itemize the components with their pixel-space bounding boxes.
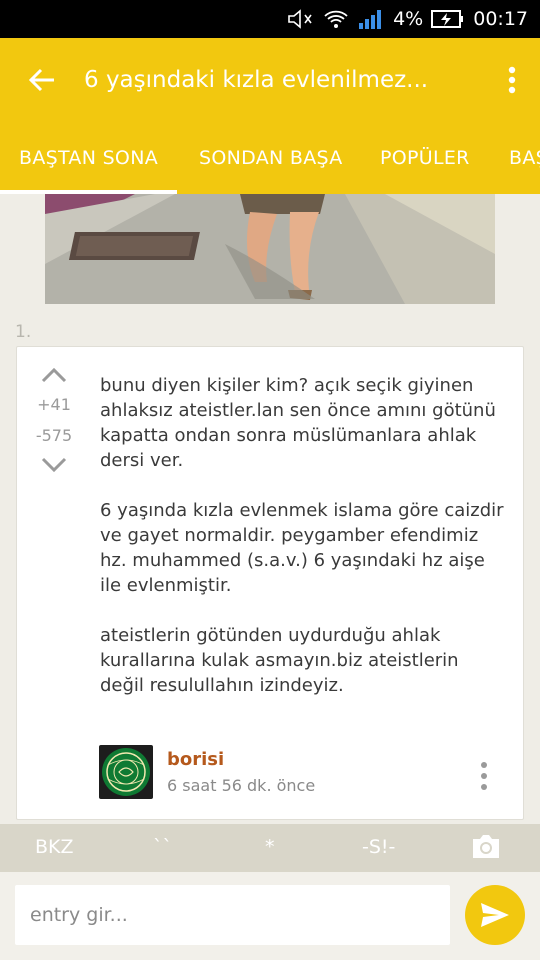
upvote-chevron-icon[interactable] [41,367,67,383]
downvote-count: -575 [35,426,73,445]
embedded-photo[interactable] [45,194,495,304]
camera-button[interactable] [470,832,502,865]
topic-title: 6 yaşındaki kızla evlenilmez... [84,67,429,93]
overflow-menu-button[interactable] [484,38,540,122]
backtick-button[interactable]: `` [153,836,172,858]
entry-text: bunu diyen kişiler kim? açık seçik giyin… [100,373,505,723]
entry-index: 1. [15,322,32,342]
vote-column: +41 -575 [17,367,91,473]
entry-options-button[interactable] [479,761,493,795]
wifi-icon [323,8,349,30]
entry-input[interactable]: entry gir... [15,885,450,945]
signal-icon [357,8,385,30]
entry-paragraph: ateistlerin götünden uydurduğu ahlak kur… [100,625,459,696]
more-vertical-icon [508,66,516,94]
back-button[interactable] [0,38,84,122]
spoiler-button[interactable]: -S!- [362,836,395,858]
entry-paragraph: 6 yaşında kızla evlenmek islama göre cai… [100,500,504,596]
battery-percent: 4% [393,8,424,30]
entry-paragraph: bunu diyen kişiler kim? açık seçik giyin… [100,375,496,471]
tab-bas[interactable]: BAŞ [509,122,540,194]
tab-populer[interactable]: POPÜLER [380,122,470,194]
entry-card: +41 -575 bunu diyen kişiler kim? açık se… [16,346,524,820]
entry-input-bar: entry gir... [0,872,540,960]
app-bar: 6 yaşındaki kızla evlenilmez... [0,38,540,122]
arrow-left-icon [28,68,54,92]
avatar[interactable] [99,745,153,799]
camera-icon [473,835,499,858]
star-button[interactable]: * [265,836,275,858]
status-bar: 4% 00:17 [0,0,540,38]
clock: 00:17 [473,8,528,30]
battery-charging-icon [431,9,465,29]
author-name[interactable]: borisi [167,749,315,770]
send-icon [481,903,509,927]
bkz-button[interactable]: BKZ [35,836,74,858]
tab-sondan-basa[interactable]: SONDAN BAŞA [199,122,343,194]
more-vertical-icon [481,762,487,790]
mute-icon [287,8,315,30]
format-toolbar: BKZ `` * -S!- [0,824,540,872]
entry-author-block: borisi 6 saat 56 dk. önce [99,745,315,799]
tab-bastan-sona[interactable]: BAŞTAN SONA [0,122,177,194]
entry-timestamp: 6 saat 56 dk. önce [167,776,316,795]
sort-tabs: BAŞTAN SONA SONDAN BAŞA POPÜLER BAŞ [0,122,540,194]
send-button[interactable] [465,885,525,945]
downvote-chevron-icon[interactable] [41,457,67,473]
upvote-count: +41 [37,395,71,414]
